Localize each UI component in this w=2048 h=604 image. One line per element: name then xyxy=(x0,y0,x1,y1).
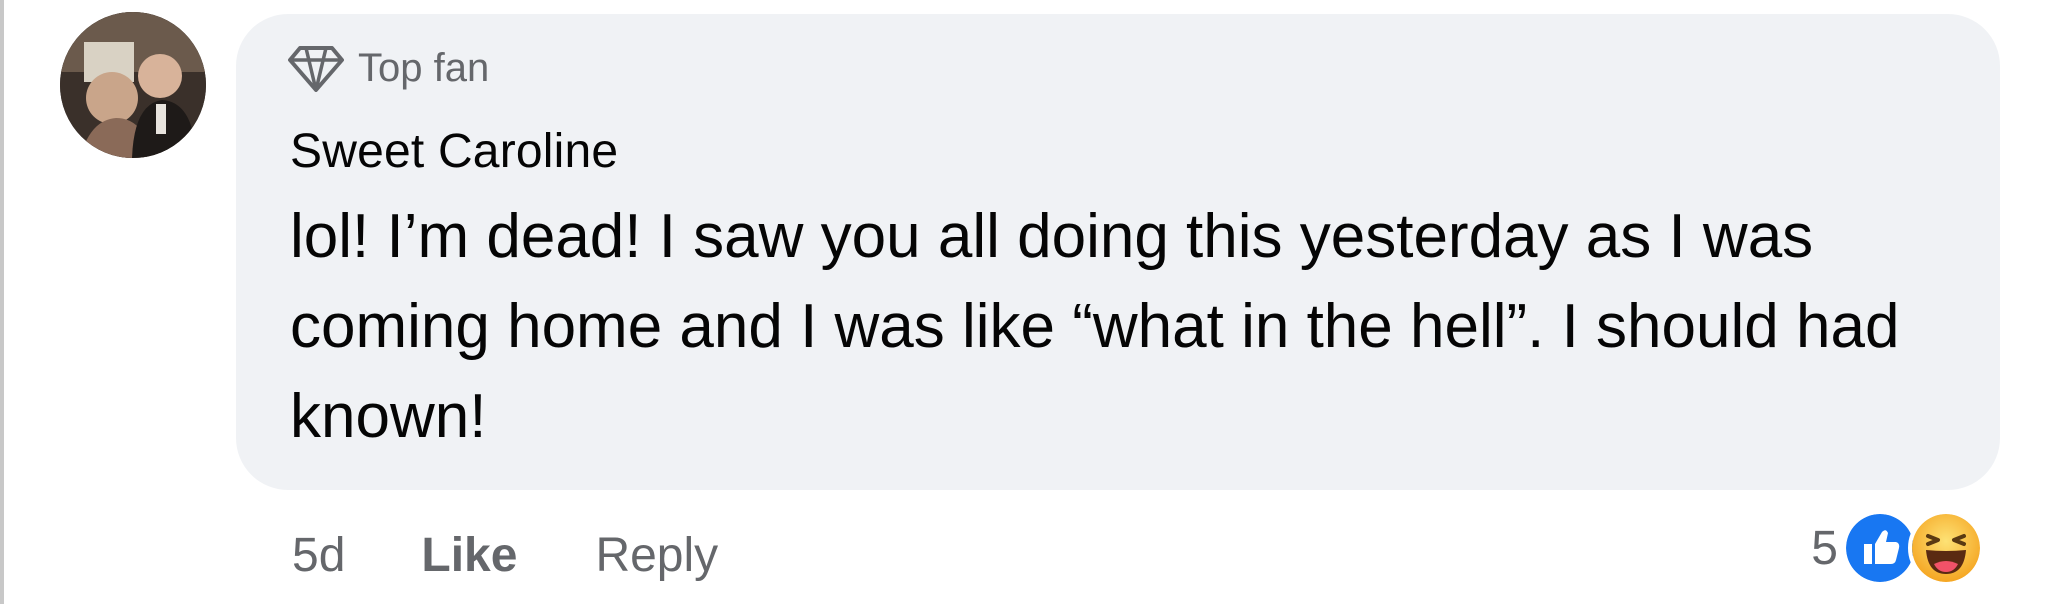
comment-timestamp[interactable]: 5d xyxy=(292,528,345,583)
top-fan-badge[interactable]: Top fan xyxy=(288,38,489,98)
like-button[interactable]: Like xyxy=(421,528,517,583)
badge-label: Top fan xyxy=(358,45,490,90)
thread-line xyxy=(0,0,4,604)
comment-author[interactable]: Sweet Caroline xyxy=(290,124,618,179)
avatar[interactable] xyxy=(60,12,206,158)
diamond-icon xyxy=(288,46,344,92)
comment-text: lol! I’m dead! I saw you all doing this … xyxy=(290,202,1900,451)
comment-bubble: Top fan Sweet Caroline lol! I’m dead! I … xyxy=(236,14,2000,490)
reaction-summary[interactable]: 5 xyxy=(1811,508,1984,588)
reaction-count: 5 xyxy=(1811,521,1838,575)
profile-photo xyxy=(60,12,206,158)
comment-actions: 5d Like Reply xyxy=(292,520,718,590)
like-reaction-icon xyxy=(1842,510,1918,586)
reply-button[interactable]: Reply xyxy=(595,528,718,583)
haha-reaction-icon xyxy=(1908,510,1984,586)
